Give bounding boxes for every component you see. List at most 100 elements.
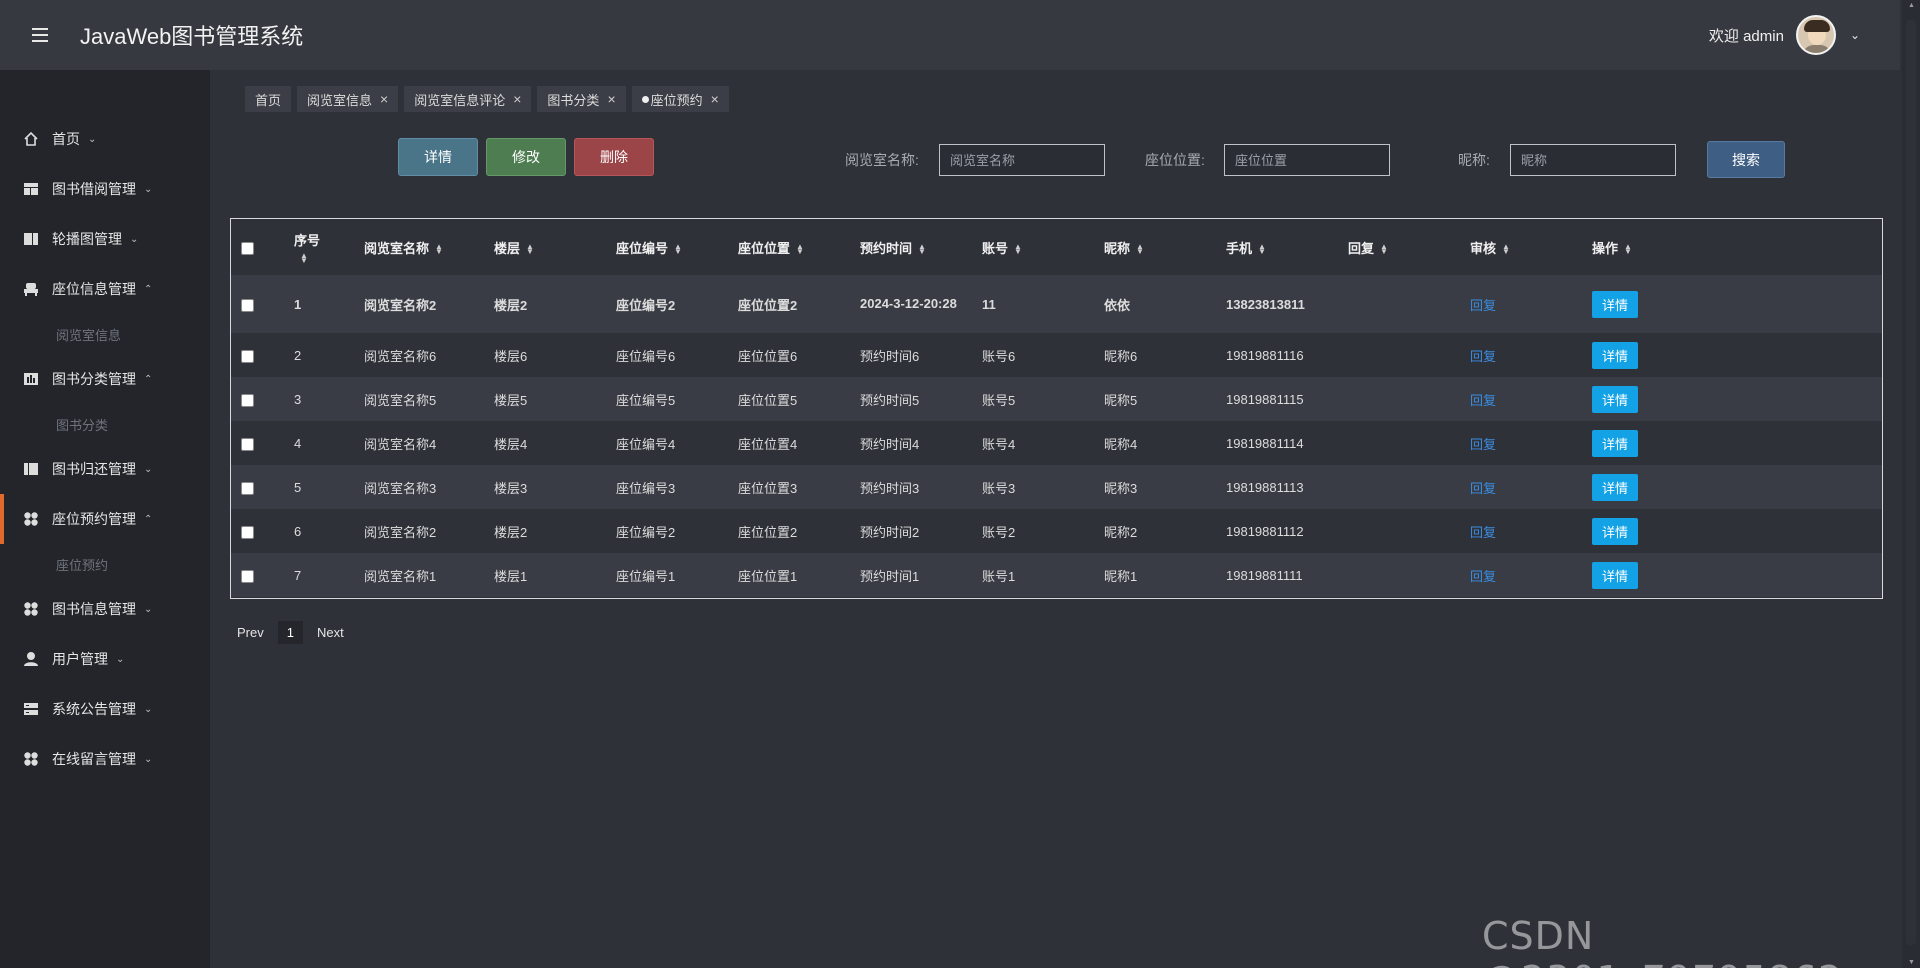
- close-icon[interactable]: ×: [711, 91, 719, 107]
- sort-icon[interactable]: ▲ ▼: [1136, 243, 1144, 256]
- reply-cell: [1348, 509, 1470, 553]
- sort-icon[interactable]: ▲ ▼: [918, 243, 926, 256]
- vertical-scrollbar[interactable]: ▲ ▼: [1902, 0, 1920, 968]
- chevron-down-icon: ⌄: [130, 233, 139, 245]
- sidebar-item[interactable]: 用户管理 ⌄: [0, 634, 210, 684]
- chevron-down-icon[interactable]: ⌄: [1850, 28, 1860, 42]
- column-header[interactable]: 账号 ▲ ▼: [982, 219, 1104, 275]
- row-checkbox[interactable]: [241, 298, 254, 312]
- row-detail-button[interactable]: 详情: [1592, 473, 1639, 501]
- avatar[interactable]: [1795, 15, 1836, 55]
- search-button[interactable]: 搜索: [1707, 141, 1785, 178]
- row-checkbox[interactable]: [241, 437, 254, 451]
- sidebar-subitem[interactable]: 座位预约: [0, 544, 210, 584]
- sort-icon[interactable]: ▲ ▼: [1502, 243, 1510, 256]
- chevron-down-icon: ⌄: [116, 653, 125, 665]
- table-cell: 座位编号4: [616, 421, 738, 465]
- nickname-input[interactable]: [1510, 144, 1676, 176]
- reply-link[interactable]: 回复: [1470, 393, 1496, 408]
- sidebar-item[interactable]: 首页 ⌄: [0, 114, 210, 164]
- chevron-down-icon: ⌄: [144, 183, 153, 195]
- reply-link[interactable]: 回复: [1470, 525, 1496, 540]
- table-cell: 阅览室名称2: [364, 509, 494, 553]
- column-header[interactable]: 座位位置 ▲ ▼: [738, 219, 860, 275]
- row-detail-button[interactable]: 详情: [1592, 341, 1639, 369]
- tab[interactable]: 首页: [245, 86, 292, 112]
- sidebar-subitem[interactable]: 图书分类: [0, 404, 210, 444]
- row-checkbox[interactable]: [241, 481, 254, 495]
- close-icon[interactable]: ×: [380, 91, 388, 107]
- row-detail-button[interactable]: 详情: [1592, 517, 1639, 545]
- row-detail-button[interactable]: 详情: [1592, 429, 1639, 457]
- nickname-label: 昵称:: [1458, 152, 1490, 168]
- tab[interactable]: 阅览室信息 ×: [297, 86, 399, 112]
- row-detail-button[interactable]: 详情: [1592, 561, 1639, 589]
- table-cell: 昵称1: [1104, 553, 1226, 597]
- column-header[interactable]: 回复 ▲ ▼: [1348, 219, 1470, 275]
- sort-icon[interactable]: ▲ ▼: [1624, 243, 1632, 256]
- menu-toggle-icon[interactable]: [0, 0, 80, 70]
- sort-icon[interactable]: ▲ ▼: [1258, 243, 1266, 256]
- sidebar-item-label: 用户管理: [52, 651, 108, 667]
- prev-page-button[interactable]: Prev: [232, 621, 269, 644]
- chevron-down-icon: ⌄: [144, 703, 153, 715]
- sidebar-subitem[interactable]: 阅览室信息: [0, 314, 210, 354]
- sidebar-item[interactable]: 图书信息管理 ⌄: [0, 584, 210, 634]
- scroll-thumb[interactable]: [1906, 20, 1916, 945]
- reply-link[interactable]: 回复: [1470, 298, 1496, 313]
- column-header[interactable]: 楼层 ▲ ▼: [494, 219, 616, 275]
- row-detail-button[interactable]: 详情: [1592, 385, 1639, 413]
- row-checkbox[interactable]: [241, 349, 254, 363]
- table-cell: 座位位置6: [738, 333, 860, 377]
- sidebar-item[interactable]: 在线留言管理 ⌄: [0, 734, 210, 784]
- reply-link[interactable]: 回复: [1470, 437, 1496, 452]
- room-name-input[interactable]: [939, 144, 1105, 176]
- tab[interactable]: 座位预约 ×: [631, 86, 729, 112]
- sidebar-item[interactable]: 座位预约管理 ⌃: [0, 494, 210, 544]
- sort-icon[interactable]: ▲ ▼: [796, 243, 804, 256]
- sidebar-item[interactable]: 座位信息管理 ⌃: [0, 264, 210, 314]
- column-header[interactable]: 审核 ▲ ▼: [1470, 219, 1592, 275]
- detail-button[interactable]: 详情: [398, 138, 478, 176]
- sidebar-item[interactable]: 图书借阅管理 ⌄: [0, 164, 210, 214]
- column-header[interactable]: 预约时间 ▲ ▼: [860, 219, 982, 275]
- user-menu[interactable]: 欢迎 admin ⌄: [1709, 15, 1860, 55]
- sort-icon[interactable]: ▲ ▼: [526, 243, 534, 256]
- sort-icon[interactable]: ▲ ▼: [1014, 243, 1022, 256]
- row-checkbox[interactable]: [241, 393, 254, 407]
- tab[interactable]: 图书分类 ×: [537, 86, 626, 112]
- column-header[interactable]: 阅览室名称 ▲ ▼: [364, 219, 494, 275]
- sidebar-item[interactable]: 轮播图管理 ⌄: [0, 214, 210, 264]
- sidebar-item[interactable]: 图书分类管理 ⌃: [0, 354, 210, 404]
- row-detail-button[interactable]: 详情: [1592, 290, 1639, 318]
- column-header[interactable]: 操作 ▲ ▼: [1592, 219, 1737, 275]
- sort-icon[interactable]: ▲ ▼: [300, 251, 308, 264]
- column-header[interactable]: 昵称 ▲ ▼: [1104, 219, 1226, 275]
- column-header[interactable]: 座位编号 ▲ ▼: [616, 219, 738, 275]
- column-header-label: 楼层: [494, 240, 521, 256]
- seat-position-input[interactable]: [1224, 144, 1390, 176]
- column-header[interactable]: 手机 ▲ ▼: [1226, 219, 1348, 275]
- reply-link[interactable]: 回复: [1470, 349, 1496, 364]
- delete-button[interactable]: 删除: [574, 138, 654, 176]
- sidebar-item[interactable]: 系统公告管理 ⌄: [0, 684, 210, 734]
- sort-icon[interactable]: ▲ ▼: [674, 243, 682, 256]
- column-header[interactable]: 序号 ▲ ▼: [294, 219, 364, 275]
- table-cell: 座位位置3: [738, 465, 860, 509]
- edit-button[interactable]: 修改: [486, 138, 566, 176]
- close-icon[interactable]: ×: [607, 91, 615, 107]
- tab-label: 图书分类: [547, 92, 600, 108]
- next-page-button[interactable]: Next: [312, 621, 349, 644]
- row-checkbox[interactable]: [241, 525, 254, 539]
- tab[interactable]: 阅览室信息评论 ×: [404, 86, 532, 112]
- select-all-checkbox[interactable]: [241, 241, 254, 255]
- sort-icon[interactable]: ▲ ▼: [435, 243, 443, 256]
- reply-link[interactable]: 回复: [1470, 569, 1496, 584]
- reply-link[interactable]: 回复: [1470, 481, 1496, 496]
- close-icon[interactable]: ×: [513, 91, 521, 107]
- sidebar-item[interactable]: 图书归还管理 ⌄: [0, 444, 210, 494]
- page-number-button[interactable]: 1: [277, 621, 303, 644]
- row-checkbox[interactable]: [241, 569, 254, 583]
- scroll-up-icon[interactable]: ▲: [1908, 2, 1915, 9]
- sort-icon[interactable]: ▲ ▼: [1380, 243, 1388, 256]
